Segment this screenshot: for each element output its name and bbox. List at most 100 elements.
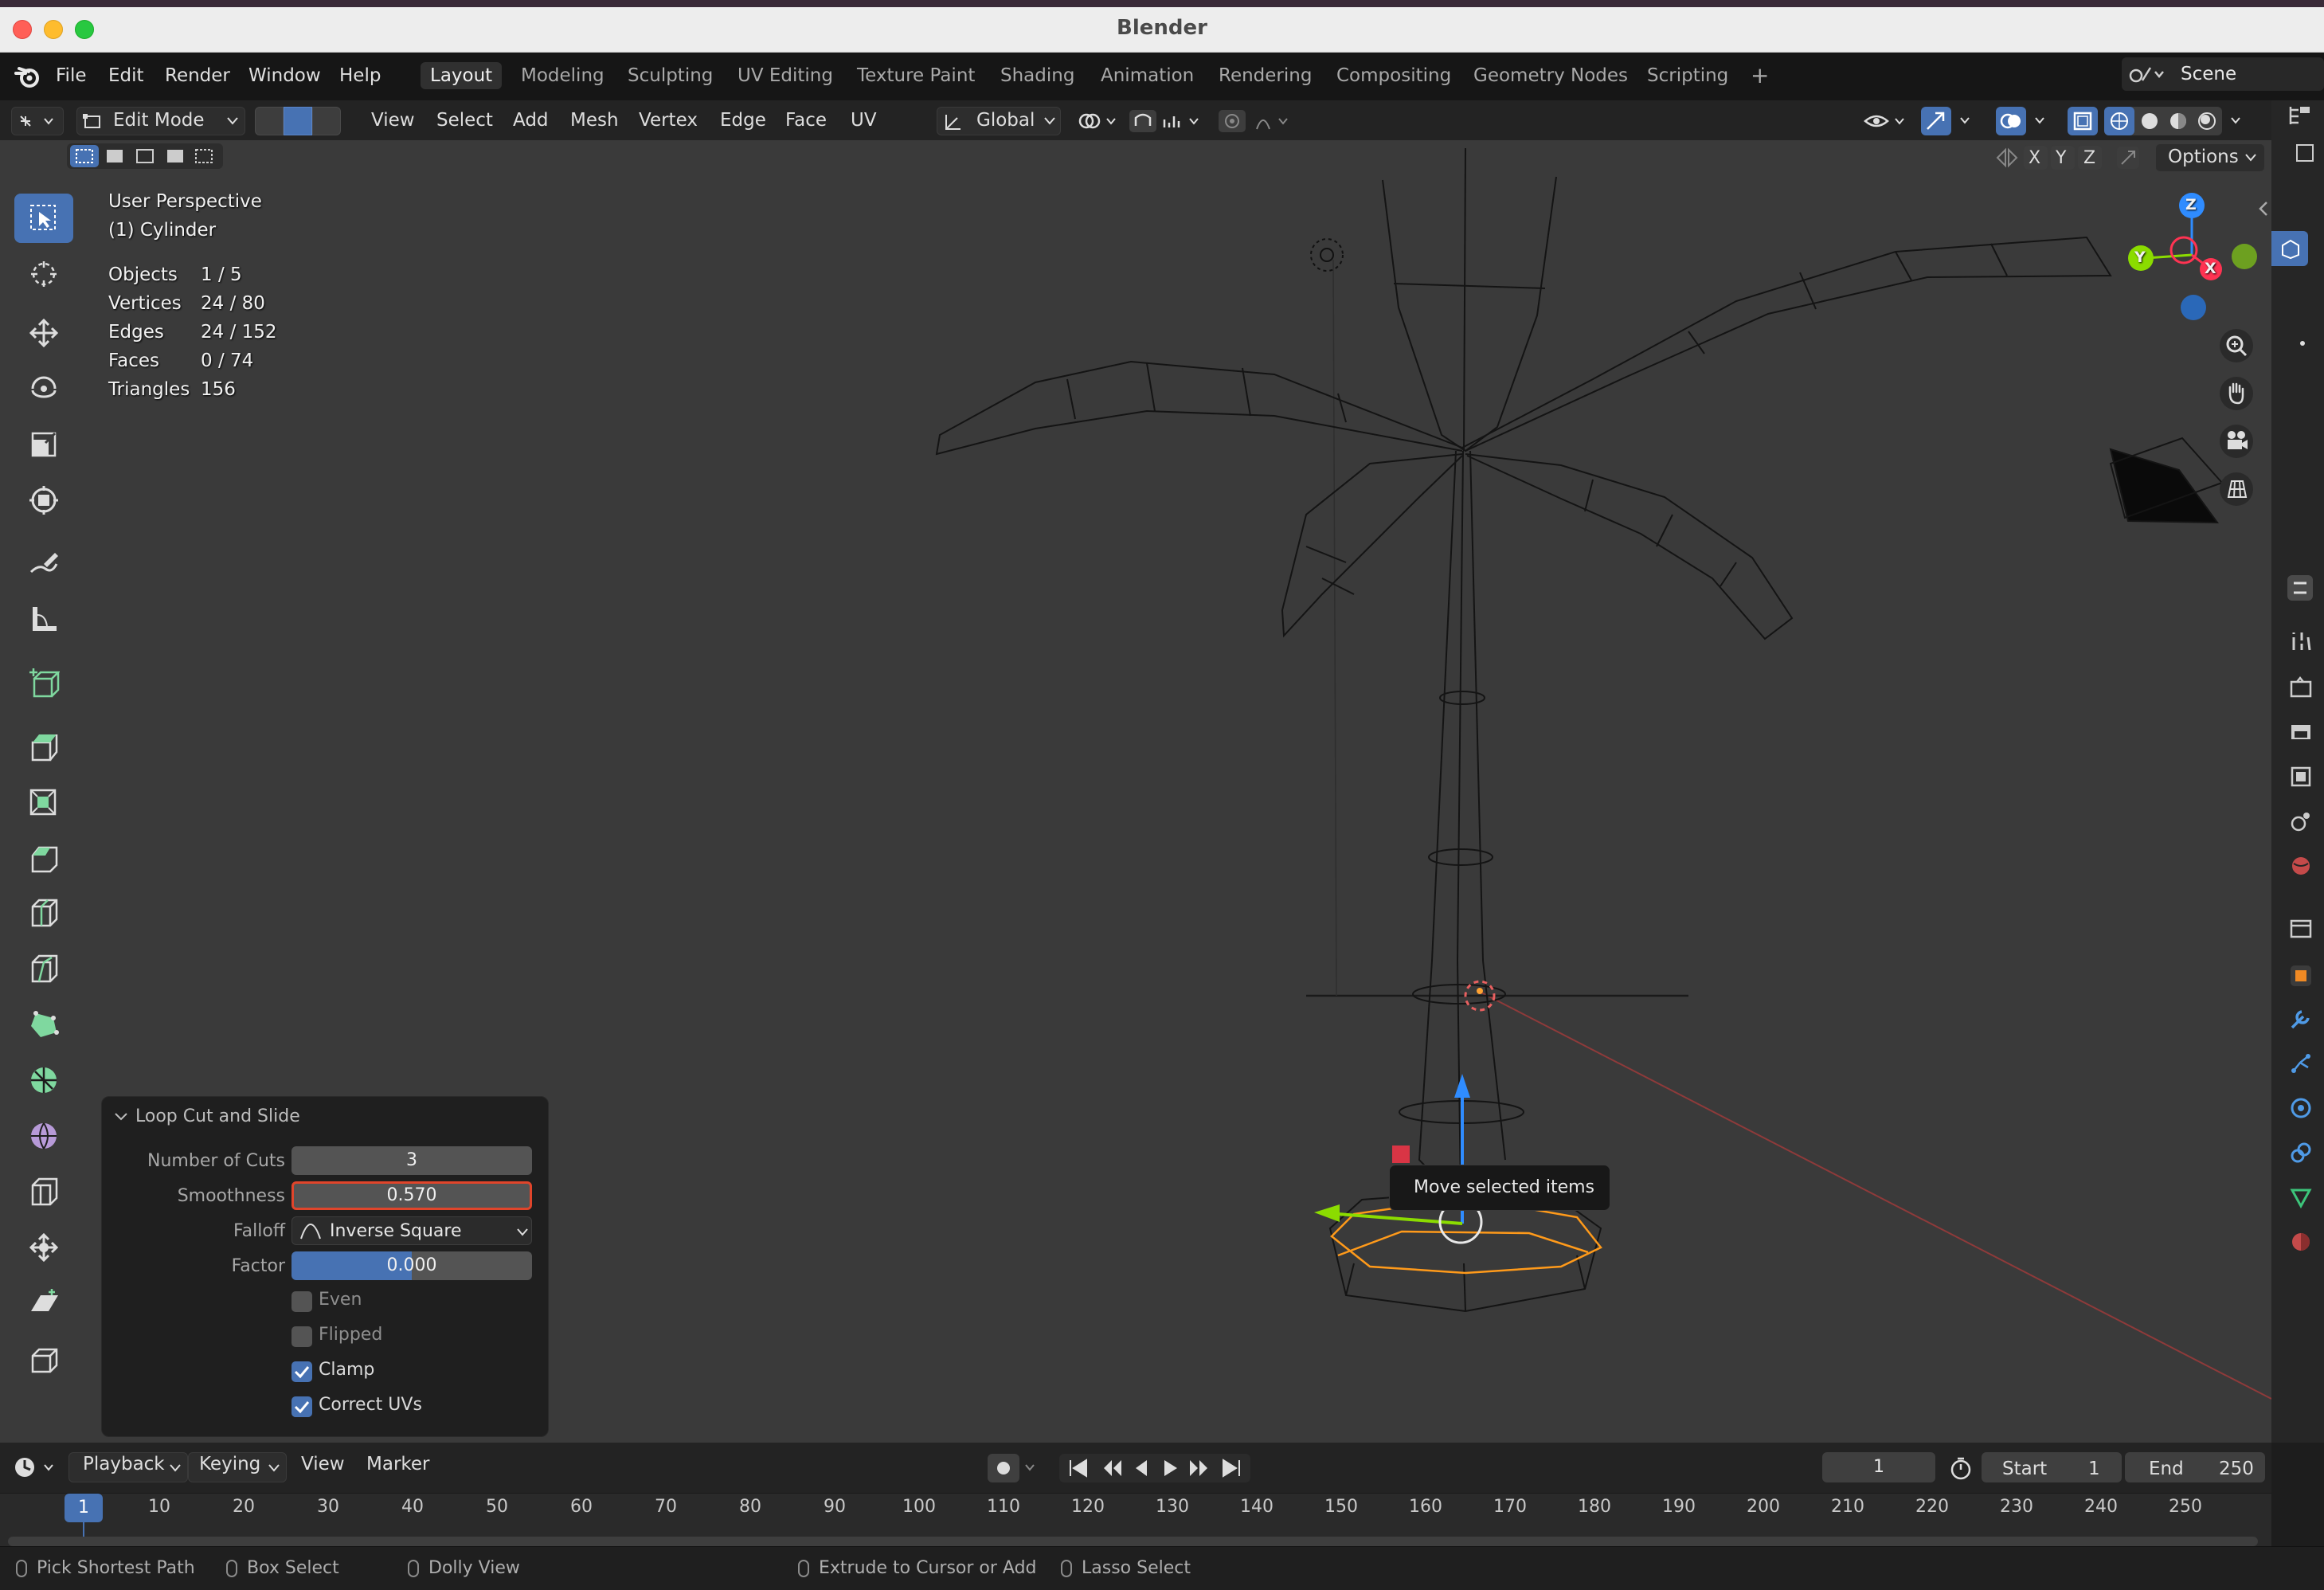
extrude-tool[interactable]: [14, 721, 73, 770]
menu-vertex[interactable]: Vertex: [639, 110, 698, 131]
camera-view-icon[interactable]: [2219, 424, 2254, 459]
rip-region-tool[interactable]: [14, 1334, 73, 1384]
collapse-arrow-icon[interactable]: [2257, 199, 2270, 218]
modifier-tab-icon[interactable]: [2289, 1007, 2313, 1031]
timeline-scrollbar[interactable]: [8, 1537, 2258, 1546]
clamp-checkbox[interactable]: [291, 1361, 312, 1382]
loop-cut-tool[interactable]: [14, 888, 73, 938]
tool-tab-icon[interactable]: [2289, 629, 2313, 653]
current-frame-field[interactable]: 1: [1822, 1452, 1935, 1482]
shading-modes-icon[interactable]: [2104, 107, 2252, 135]
spin-tool[interactable]: [14, 1055, 73, 1105]
number-of-cuts-field[interactable]: 3: [291, 1146, 532, 1175]
view-layer-tab-icon[interactable]: [2289, 765, 2313, 789]
output-tab-icon[interactable]: [2289, 720, 2313, 744]
stopwatch-icon[interactable]: [1948, 1455, 1974, 1481]
data-tab-icon[interactable]: [2289, 1185, 2313, 1209]
record-keyframe-icon[interactable]: [988, 1454, 1040, 1482]
xray-toggle-icon[interactable]: [2068, 107, 2098, 135]
render-tab-icon[interactable]: [2289, 676, 2313, 699]
tab-rendering[interactable]: Rendering: [1209, 62, 1321, 89]
scale-tool[interactable]: [14, 420, 73, 469]
zoom-icon[interactable]: [2219, 328, 2254, 363]
gizmo-toggle-icon[interactable]: [1921, 107, 1977, 135]
menu-render[interactable]: Render: [158, 62, 237, 89]
material-tab-icon[interactable]: [2289, 1230, 2313, 1254]
menu-help[interactable]: Help: [333, 62, 387, 89]
tab-animation[interactable]: Animation: [1091, 62, 1203, 89]
measure-tool[interactable]: [14, 595, 73, 644]
object-tab-icon[interactable]: [2289, 964, 2313, 988]
move-tool[interactable]: [14, 308, 73, 358]
particles-tab-icon[interactable]: [2289, 1052, 2313, 1075]
world-tab-icon[interactable]: [2289, 854, 2313, 878]
tab-texture-paint[interactable]: Texture Paint: [847, 62, 984, 89]
tab-modeling[interactable]: Modeling: [511, 62, 614, 89]
collection-tab-icon[interactable]: [2289, 916, 2313, 940]
scene-tab-icon[interactable]: [2289, 809, 2313, 833]
marker-menu[interactable]: Marker: [366, 1454, 430, 1474]
edge-slide-tool[interactable]: [14, 1167, 73, 1216]
timeline-view-menu[interactable]: View: [301, 1454, 345, 1474]
menu-edit[interactable]: Edit: [102, 62, 151, 89]
menu-face[interactable]: Face: [785, 110, 827, 131]
operator-title[interactable]: Loop Cut and Slide: [135, 1106, 300, 1126]
select-box-tool[interactable]: [14, 194, 73, 243]
clamp-label[interactable]: Clamp: [319, 1360, 374, 1380]
active-tool-tab-icon[interactable]: [2286, 574, 2314, 602]
factor-slider[interactable]: 0.000: [291, 1251, 532, 1280]
menu-file[interactable]: File: [49, 62, 93, 89]
gizmo-z-label[interactable]: Z: [2185, 196, 2197, 213]
mirror-icon[interactable]: [1994, 145, 2020, 170]
annotate-tool[interactable]: [14, 539, 73, 589]
menu-edge[interactable]: Edge: [720, 110, 766, 131]
menu-mesh[interactable]: Mesh: [570, 110, 619, 131]
vertex-select-mode[interactable]: [255, 107, 284, 135]
shear-tool[interactable]: [14, 1279, 73, 1328]
smooth-tool[interactable]: [14, 1111, 73, 1161]
menu-add[interactable]: Add: [513, 110, 549, 131]
tab-geometry-nodes[interactable]: Geometry Nodes: [1464, 62, 1637, 89]
transform-tool[interactable]: [14, 476, 73, 525]
tab-shading[interactable]: Shading: [991, 62, 1084, 89]
ortho-grid-icon[interactable]: [2219, 472, 2254, 507]
bevel-tool[interactable]: [14, 832, 73, 882]
visibility-icon[interactable]: [1862, 110, 1910, 132]
tab-uv-editing[interactable]: UV Editing: [728, 62, 843, 89]
pan-hand-icon[interactable]: [2219, 376, 2254, 411]
smoothness-field[interactable]: 0.570: [291, 1181, 532, 1210]
snap-icon[interactable]: [1129, 110, 1209, 132]
face-select-mode[interactable]: [312, 107, 341, 135]
cursor-tool[interactable]: [14, 249, 73, 299]
flipped-label[interactable]: Flipped: [319, 1325, 382, 1345]
proportional-edit-icon[interactable]: [1219, 110, 1306, 132]
add-cube-tool[interactable]: [14, 659, 73, 708]
constraints-tab-icon[interactable]: [2289, 1141, 2313, 1165]
knife-tool[interactable]: [14, 944, 73, 993]
physics-tab-icon[interactable]: [2289, 1096, 2313, 1120]
tab-compositing[interactable]: Compositing: [1327, 62, 1461, 89]
flipped-checkbox[interactable]: [291, 1326, 312, 1347]
timeline-editor-type-icon[interactable]: [13, 1455, 62, 1479]
shrink-fatten-tool[interactable]: [14, 1223, 73, 1272]
menu-uv[interactable]: UV: [851, 110, 877, 131]
blender-logo-icon[interactable]: [14, 64, 41, 89]
poly-build-tool[interactable]: [14, 1000, 73, 1049]
edge-select-mode[interactable]: [284, 107, 312, 135]
even-label[interactable]: Even: [319, 1290, 362, 1310]
tab-sculpting[interactable]: Sculpting: [618, 62, 722, 89]
tab-layout[interactable]: Layout: [421, 62, 503, 89]
chevron-down-icon[interactable]: [113, 1111, 129, 1122]
playhead-frame[interactable]: 1: [65, 1494, 103, 1522]
pivot-point-icon[interactable]: [1075, 110, 1123, 132]
overlays-icon[interactable]: [1996, 107, 2052, 135]
gizmo-x-label[interactable]: X: [2205, 260, 2216, 277]
correct-uvs-checkbox[interactable]: [291, 1396, 312, 1417]
menu-window[interactable]: Window: [242, 62, 327, 89]
tab-scripting[interactable]: Scripting: [1637, 62, 1738, 89]
properties-header-icon[interactable]: [2292, 140, 2316, 164]
auto-merge-icon[interactable]: [2115, 145, 2141, 170]
playback-controls-icon[interactable]: [1059, 1454, 1250, 1482]
outliner-icon[interactable]: [2287, 104, 2311, 127]
gizmo-y-label[interactable]: Y: [2134, 249, 2146, 266]
